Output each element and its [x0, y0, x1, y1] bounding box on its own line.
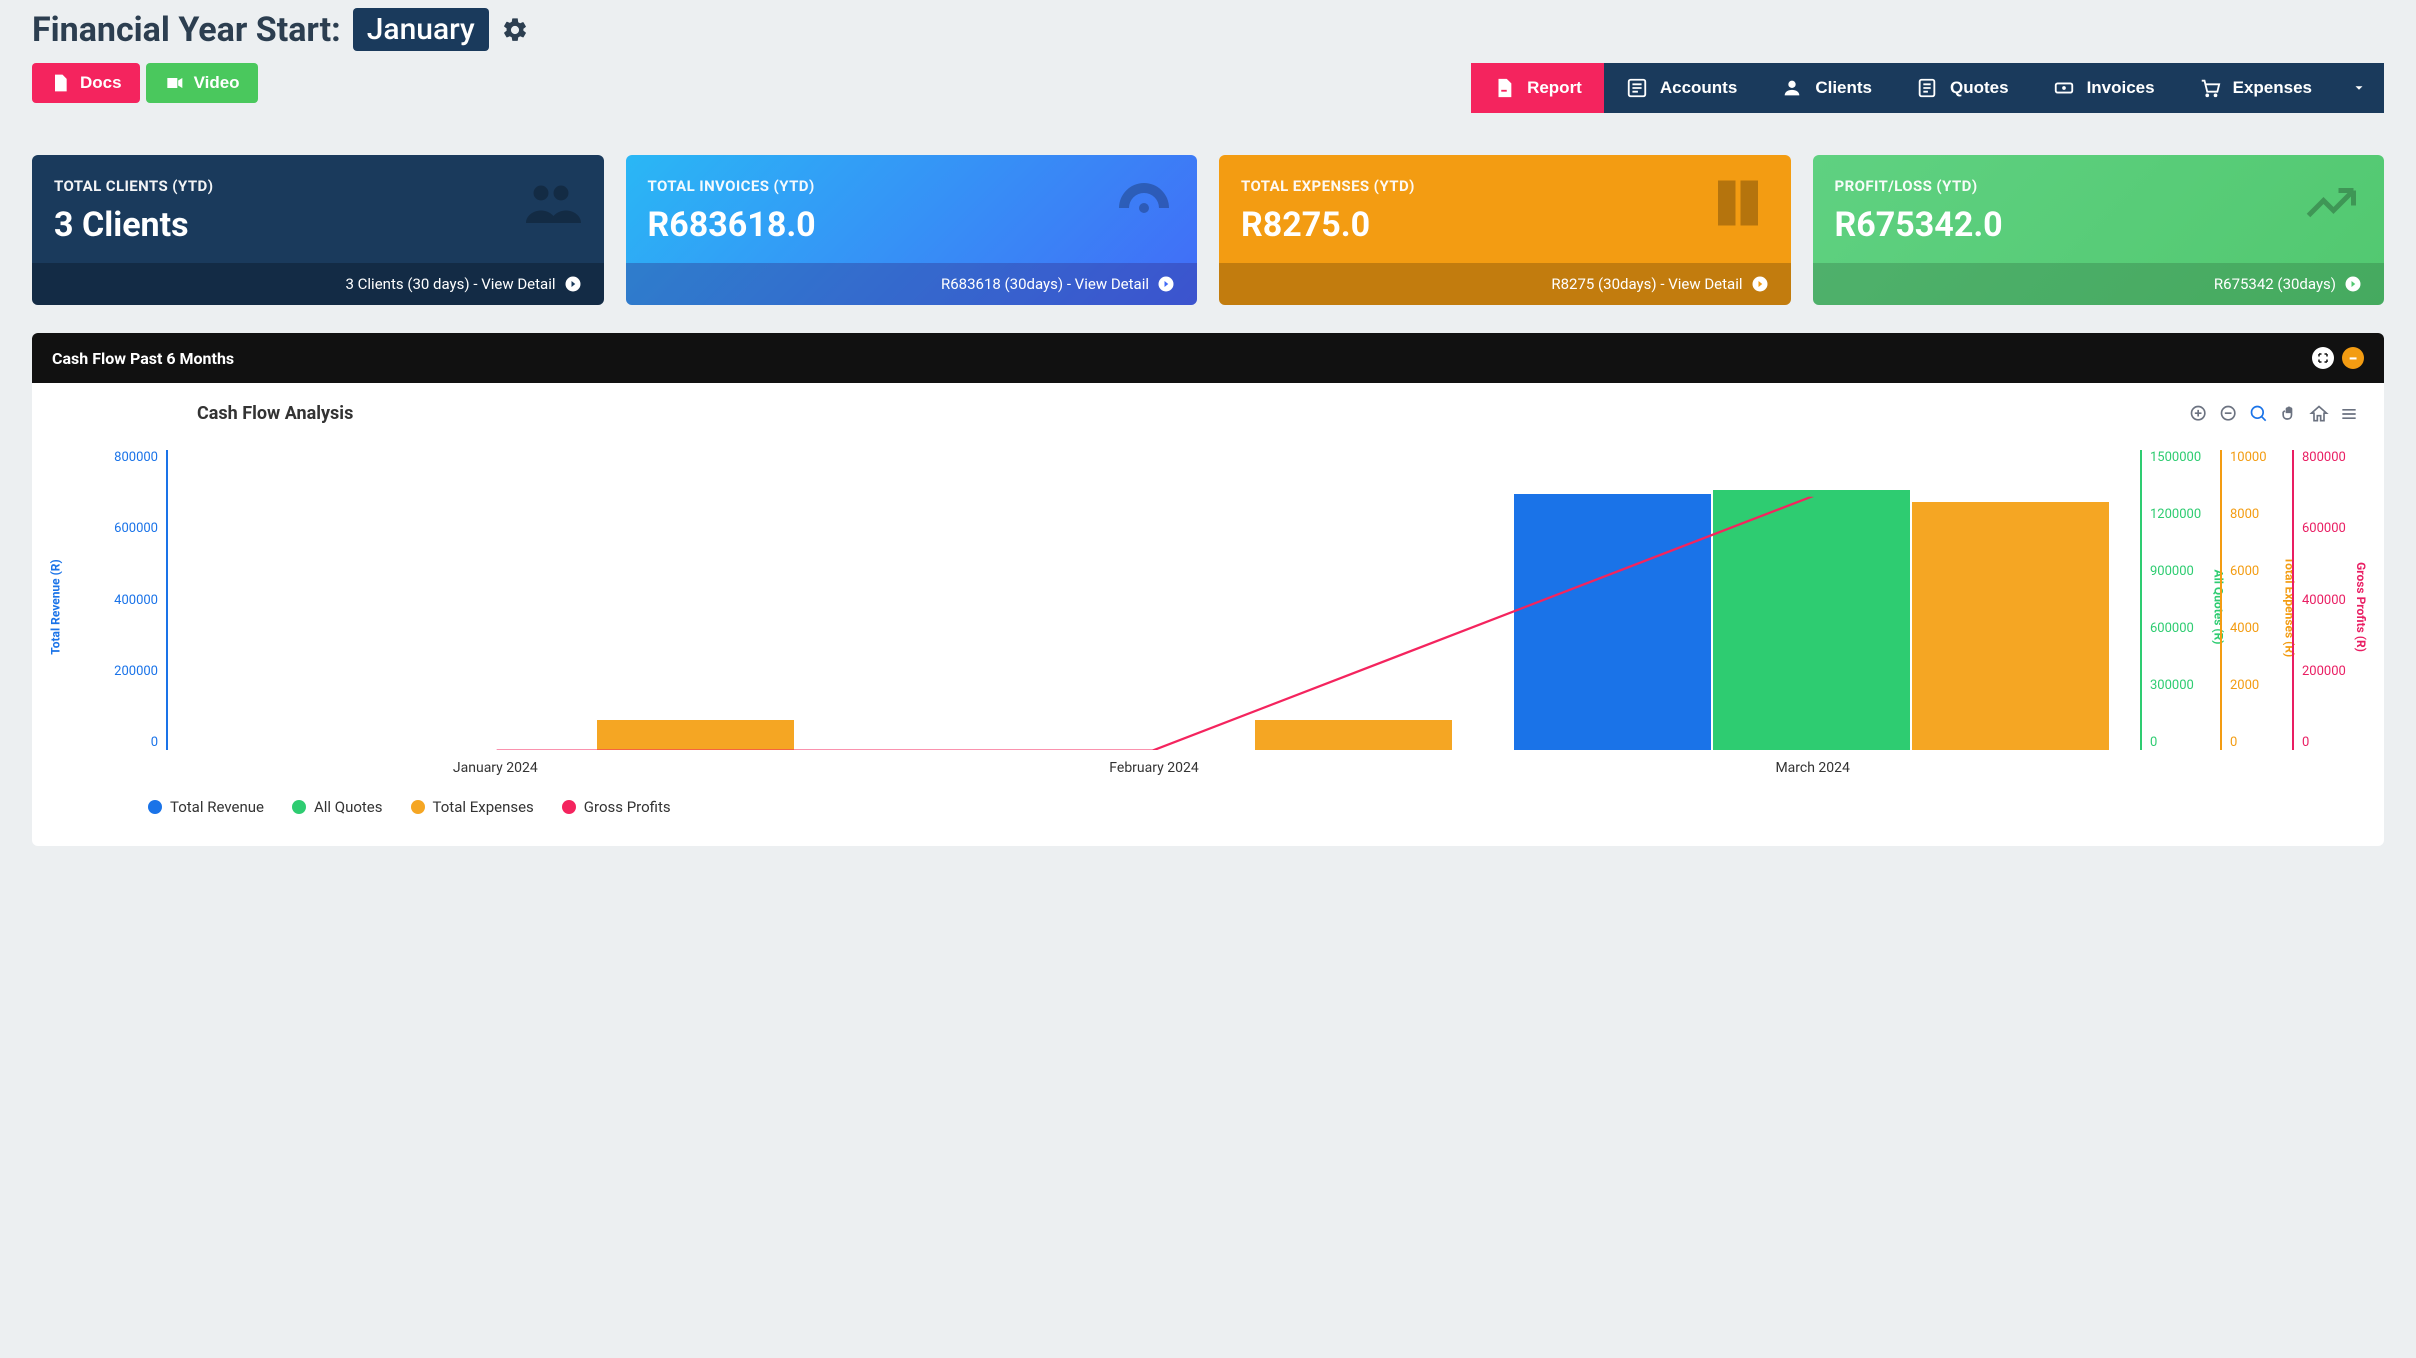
card-title: TOTAL EXPENSES (YTD) [1241, 177, 1769, 195]
legend-profits[interactable]: Gross Profits [562, 798, 671, 816]
nav-tabs: Report Accounts Clients Quotes Invoices … [1471, 63, 2384, 113]
legend-expenses[interactable]: Total Expenses [411, 798, 534, 816]
card-total-invoices[interactable]: TOTAL INVOICES (YTD) R683618.0 R683618 (… [626, 155, 1198, 305]
arrow-circle-icon [564, 275, 582, 293]
home-icon[interactable] [2308, 403, 2330, 425]
document-icon [50, 73, 70, 93]
y-axis-profits: Gross Profits (R) 800000 600000 400000 2… [2292, 450, 2364, 750]
card-profit-loss[interactable]: PROFIT/LOSS (YTD) R675342.0 R675342 (30d… [1813, 155, 2385, 305]
card-value: R675342.0 [1835, 205, 2363, 245]
card-title: PROFIT/LOSS (YTD) [1835, 177, 2363, 195]
tab-label: Expenses [2233, 78, 2312, 98]
quotes-icon [1916, 77, 1938, 99]
clients-icon [1781, 77, 1803, 99]
card-title: TOTAL CLIENTS (YTD) [54, 177, 582, 195]
expenses-icon [2199, 77, 2221, 99]
collapse-icon[interactable]: − [2342, 347, 2364, 369]
chart-plot[interactable] [166, 450, 2142, 750]
zoom-select-icon[interactable] [2248, 403, 2270, 425]
caret-down-icon [2352, 81, 2366, 95]
video-icon [164, 73, 184, 93]
expand-icon[interactable] [2312, 347, 2334, 369]
chart-toolbar [2188, 403, 2360, 425]
legend-revenue[interactable]: Total Revenue [148, 798, 264, 816]
accounts-icon [1626, 77, 1648, 99]
tab-accounts[interactable]: Accounts [1604, 63, 1759, 113]
arrow-circle-icon [1751, 275, 1769, 293]
card-foot[interactable]: R683618 (30days) - View Detail [626, 263, 1198, 305]
zoom-in-icon[interactable] [2188, 403, 2210, 425]
tab-label: Invoices [2087, 78, 2155, 98]
y-axis-revenue: Total Revenue (R) 800000 600000 400000 2… [52, 450, 166, 750]
tab-report[interactable]: Report [1471, 63, 1604, 113]
zoom-out-icon[interactable] [2218, 403, 2240, 425]
video-button[interactable]: Video [146, 63, 258, 103]
card-total-expenses[interactable]: TOTAL EXPENSES (YTD) R8275.0 R8275 (30da… [1219, 155, 1791, 305]
card-title: TOTAL INVOICES (YTD) [648, 177, 1176, 195]
card-value: R683618.0 [648, 205, 1176, 245]
card-total-clients[interactable]: TOTAL CLIENTS (YTD) 3 Clients 3 Clients … [32, 155, 604, 305]
tab-expenses[interactable]: Expenses [2177, 63, 2334, 113]
card-foot[interactable]: R8275 (30days) - View Detail [1219, 263, 1791, 305]
video-label: Video [194, 73, 240, 93]
tab-label: Accounts [1660, 78, 1737, 98]
tab-label: Clients [1815, 78, 1872, 98]
tab-quotes[interactable]: Quotes [1894, 63, 2031, 113]
chart-legend: Total Revenue All Quotes Total Expenses … [148, 798, 2364, 816]
pan-icon[interactable] [2278, 403, 2300, 425]
chart-panel: Cash Flow Past 6 Months − Cash Flow Anal… [32, 333, 2384, 846]
arrow-circle-icon [2344, 275, 2362, 293]
menu-icon[interactable] [2338, 403, 2360, 425]
card-value: R8275.0 [1241, 205, 1769, 245]
card-foot[interactable]: R675342 (30days) [1813, 263, 2385, 305]
docs-button[interactable]: Docs [32, 63, 140, 103]
card-foot[interactable]: 3 Clients (30 days) - View Detail [32, 263, 604, 305]
legend-quotes[interactable]: All Quotes [292, 798, 383, 816]
x-axis-labels: January 2024 February 2024 March 2024 [166, 760, 2142, 776]
card-value: 3 Clients [54, 205, 582, 245]
fy-start-label: Financial Year Start: [32, 10, 341, 50]
gear-icon[interactable] [501, 16, 529, 44]
docs-label: Docs [80, 73, 122, 93]
invoices-icon [2053, 77, 2075, 99]
arrow-circle-icon [1157, 275, 1175, 293]
y-axis-expenses: Total Expenses (R) 10000 8000 6000 4000 … [2220, 450, 2292, 750]
tab-invoices[interactable]: Invoices [2031, 63, 2177, 113]
tab-label: Report [1527, 78, 1582, 98]
chart-panel-title: Cash Flow Past 6 Months [52, 349, 234, 368]
report-pdf-icon [1493, 77, 1515, 99]
fy-start-value[interactable]: January [353, 8, 489, 51]
y-axis-quotes: All Quotes (R) 1500000 1200000 900000 60… [2142, 450, 2220, 750]
tab-clients[interactable]: Clients [1759, 63, 1894, 113]
tab-more[interactable] [2334, 63, 2384, 113]
chart-title: Cash Flow Analysis [197, 403, 2364, 424]
tab-label: Quotes [1950, 78, 2009, 98]
